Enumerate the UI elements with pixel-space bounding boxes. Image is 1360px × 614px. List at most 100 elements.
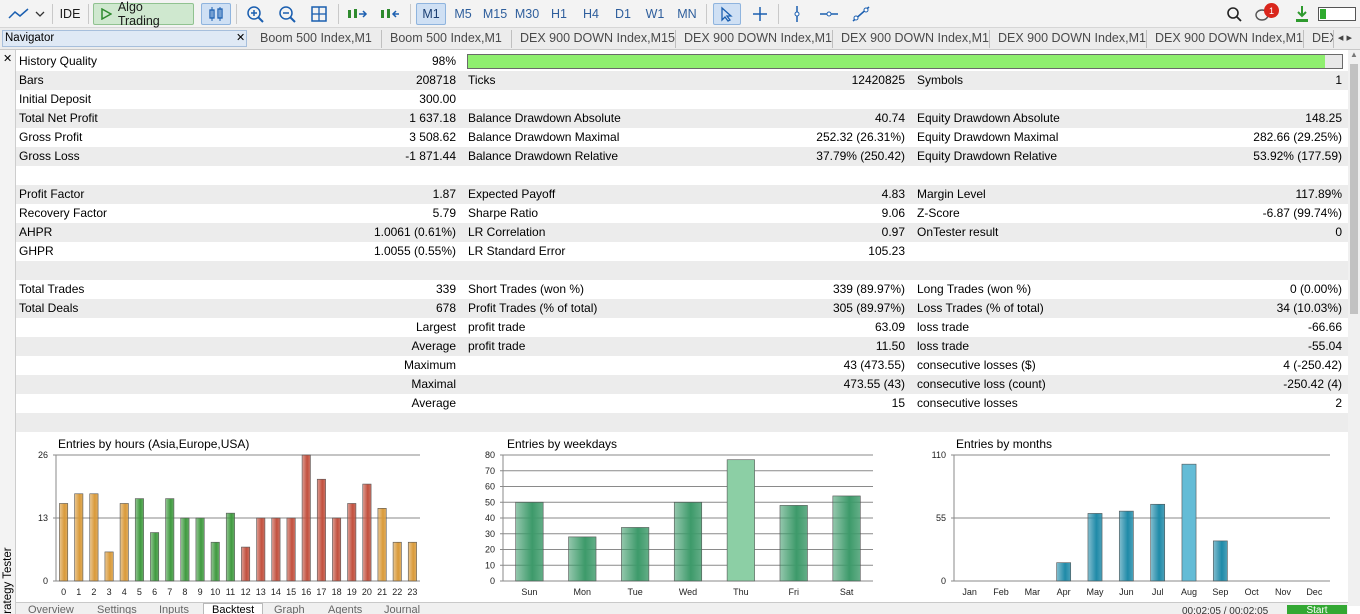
chart-tab[interactable]: Boom 500 Index,M1 (382, 30, 512, 48)
chart-tab[interactable]: DEX 900 DOWN Index,M1 (1304, 30, 1334, 48)
bar-6 (150, 532, 160, 582)
metric-value: -1 871.44 (405, 149, 456, 163)
x-tick-label: 3 (107, 587, 112, 597)
metric-label: Profit Trades (% of total) (468, 301, 598, 315)
chart-tab[interactable]: DEX 900 DOWN Index,M1 (990, 30, 1147, 48)
timeframe-h4-button[interactable]: H4 (576, 3, 606, 25)
tab-inputs[interactable]: Inputs (159, 604, 189, 614)
timeframe-m1-button[interactable]: M1 (416, 3, 446, 25)
chart-tab[interactable]: DEX 900 DOWN Index,M1 (676, 30, 833, 48)
x-tick-label: 10 (210, 587, 220, 597)
metric-value: 1.0061 (0.61%) (373, 225, 456, 239)
tab-journal[interactable]: Journal (384, 604, 420, 614)
tab-backtest[interactable]: Backtest (203, 603, 264, 614)
zoom-out-button[interactable] (275, 3, 299, 25)
entries-by-weekdays-svg: 0 10 20 30 40 50 60 70 80 Sun Mon Tue Wed Thu Fri Sat (485, 450, 873, 597)
chart-tab[interactable]: DEX 900 DOWN Index,M15 (512, 30, 676, 48)
metric-value: 300.00 (419, 92, 456, 106)
bar-17 (316, 478, 326, 582)
metric-value: 3 508.62 (409, 130, 456, 144)
bar-2 (89, 493, 99, 582)
chart-tab[interactable]: DEX 900 DOWN Index,M1 (833, 30, 990, 48)
bar-12 (241, 546, 251, 582)
metric-value: 4.83 (881, 187, 905, 201)
zoom-in-button[interactable] (243, 3, 267, 25)
close-icon[interactable]: ✕ (3, 52, 12, 65)
search-icon (1227, 7, 1242, 22)
zoom-in-icon (247, 6, 264, 23)
bar-0 (59, 503, 69, 582)
cursor-tool-button[interactable] (713, 3, 741, 25)
metric-label: Gross Profit (19, 130, 83, 144)
chart-title: Entries by months (956, 437, 1053, 451)
timeframe-h1-button[interactable]: H1 (544, 3, 574, 25)
chart-tab[interactable]: DEX 900 DOWN Index,M1 (1147, 30, 1304, 48)
chart-tab[interactable]: Boom 500 Index,M1 (252, 30, 382, 48)
y-tick-label: 0 (941, 576, 946, 586)
bar-1 (74, 493, 84, 582)
tab-agents[interactable]: Agents (328, 604, 362, 614)
metric-label: Ticks (468, 73, 496, 87)
x-tick-label: Oct (1245, 587, 1260, 597)
candles-button[interactable] (201, 3, 231, 25)
metric-label: consecutive losses ($) (917, 358, 1036, 372)
chart-type-dropdown[interactable] (4, 3, 48, 25)
algo-trading-button[interactable]: Algo Trading (93, 0, 194, 28)
tab-overview[interactable]: Overview (28, 604, 74, 614)
crosshair-tool-button[interactable] (747, 3, 773, 25)
metric-label: Expected Payoff (468, 187, 556, 201)
bar-18 (332, 517, 342, 582)
search-button[interactable] (1222, 3, 1246, 25)
report-row: Gross Profit 3 508.62 Balance Drawdown Max… (16, 128, 1348, 147)
metric-label: Bars (19, 73, 44, 87)
x-tick-label: Jul (1152, 587, 1164, 597)
bar-tue (621, 527, 650, 582)
timeframe-d1-button[interactable]: D1 (608, 3, 638, 25)
close-icon[interactable]: ✕ (236, 31, 248, 46)
bar-3 (104, 551, 114, 582)
x-tick-label: 14 (271, 587, 281, 597)
x-tick-label: 4 (122, 587, 127, 597)
scroll-thumb[interactable] (1350, 64, 1358, 314)
autoscroll-button[interactable] (377, 3, 403, 25)
start-button[interactable]: Start (1287, 605, 1347, 614)
metric-label: Equity Drawdown Absolute (917, 111, 1060, 125)
timeframe-m5-button[interactable]: M5 (448, 3, 478, 25)
tab-scroll-arrows[interactable]: ◂ ▸ (1338, 31, 1352, 44)
timeframe-w1-button[interactable]: W1 (640, 3, 670, 25)
horizontal-line-tool-button[interactable] (815, 3, 843, 25)
bar-14 (271, 517, 281, 582)
metric-value: 43 (473.55) (843, 358, 905, 372)
metric-value: 63.09 (874, 320, 905, 334)
metric-value: -55.04 (1307, 339, 1342, 353)
toolbar-separator (338, 4, 339, 24)
y-tick-label: 80 (485, 450, 495, 460)
navigator-tab[interactable]: Navigator ✕ (2, 30, 247, 47)
metric-value: 0 (1335, 225, 1342, 239)
scroll-up-arrow-icon[interactable]: ▲ (1350, 50, 1358, 59)
trendline-tool-button[interactable] (848, 3, 874, 25)
bar-16 (301, 454, 311, 582)
x-tick-label: 11 (226, 587, 235, 597)
line-chart-icon (8, 8, 45, 19)
x-tick-label: May (1086, 587, 1104, 597)
bar-may (1087, 513, 1103, 582)
ide-button[interactable]: IDE (56, 3, 84, 25)
elapsed-time: 00:02:05 / 00:02:05 (1182, 606, 1269, 614)
tab-graph[interactable]: Graph (274, 604, 305, 614)
tab-settings[interactable]: Settings (97, 604, 137, 614)
report-row: Maximal 473.55 (43) consecutive loss (coun… (16, 375, 1348, 394)
report-row: Initial Deposit 300.00 (16, 90, 1348, 109)
metric-label: Gross Loss (19, 149, 80, 163)
timeframe-m15-button[interactable]: M15 (480, 3, 510, 25)
vertical-line-tool-button[interactable] (784, 3, 810, 25)
timeframe-mn-button[interactable]: MN (672, 3, 702, 25)
bar-fri (779, 505, 808, 582)
metric-label: Symbols (917, 73, 964, 87)
x-tick-label: 13 (256, 587, 266, 597)
timeframe-m30-button[interactable]: M30 (512, 3, 542, 25)
scroll-chart-button[interactable] (344, 3, 370, 25)
metric-label: Z-Score (917, 206, 960, 220)
tile-windows-button[interactable] (307, 3, 331, 25)
metric-label: History Quality (19, 54, 98, 68)
